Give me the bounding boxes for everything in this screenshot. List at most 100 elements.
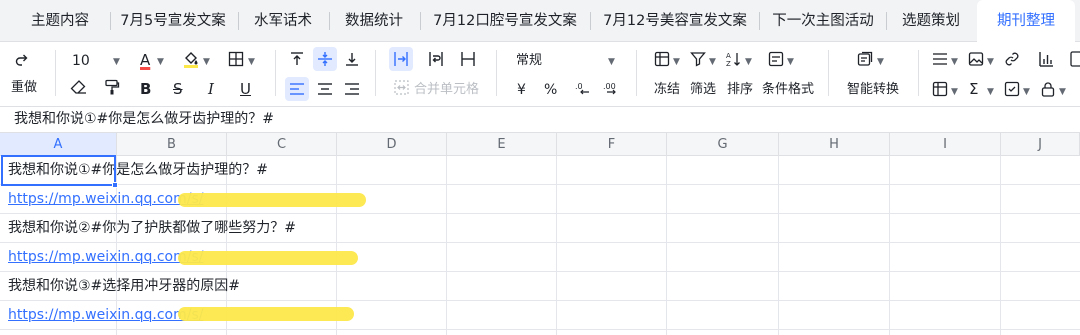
cell-a5[interactable]: 我想和你说③#选择用冲牙器的原因# [8,272,240,300]
tab-divider [886,12,887,30]
tab-主题内容[interactable]: 主题内容 [14,0,106,42]
more-icon[interactable] [1070,51,1080,67]
chevron-down-icon[interactable]: ▼ [673,52,680,72]
tab-7月5号宣发文案[interactable]: 7月5号宣发文案 [112,0,234,42]
align-bottom-icon[interactable] [344,51,360,67]
redo-icon[interactable] [14,52,30,68]
smart-convert-button[interactable]: 智能转换 [847,80,899,100]
data-validation-icon[interactable] [1004,81,1020,97]
cell-a3[interactable]: 我想和你说②#你为了护肤都做了哪些努力？# [8,214,296,242]
format-painter-icon[interactable] [104,79,120,95]
lock-icon[interactable] [1040,81,1056,97]
tab-下一次主图活动[interactable]: 下一次主图活动 [761,0,885,42]
table-row: 我想和你说③#选择用冲牙器的原因# [0,272,1080,301]
tab-7月12号美容宣发文案[interactable]: 7月12号美容宣发文案 [592,0,758,42]
column-header-e[interactable]: E [447,133,557,156]
cell-selection-box [1,155,116,186]
strikethrough-button[interactable]: S [173,79,183,99]
chevron-down-icon[interactable]: ▼ [157,52,164,72]
formula-bar[interactable]: 我想和你说①#你是怎么做牙齿护理的？# [0,106,1080,133]
tab-7月12口腔号宣发文案[interactable]: 7月12口腔号宣发文案 [422,0,588,42]
text-wrap-icon[interactable] [428,51,444,67]
bold-button[interactable]: B [140,79,151,99]
text-overflow-icon[interactable] [393,51,409,67]
font-color-button[interactable]: A [140,50,150,70]
column-header-f[interactable]: F [557,133,667,156]
sort-button[interactable]: 排序 [727,80,753,100]
svg-text:Z: Z [726,60,731,67]
decrease-decimal-icon[interactable]: .0 [575,80,591,96]
chevron-down-icon[interactable]: ▼ [787,52,794,72]
redo-button[interactable]: 重做 [11,78,37,98]
tab-divider [759,12,760,30]
cell-a6-link[interactable]: https://mp.weixin.qq.com/s/ [8,301,203,329]
chevron-down-icon[interactable]: ▼ [951,82,958,102]
column-header-i[interactable]: I [890,133,1001,156]
cell-a2-link[interactable]: https://mp.weixin.qq.com/s/ [8,185,203,213]
merge-cells-icon [394,80,409,95]
smart-convert-icon[interactable] [857,51,873,67]
column-header-d[interactable]: D [337,133,447,156]
underline-button[interactable]: U [240,79,251,99]
italic-button[interactable]: I [208,79,214,99]
conditional-format-icon[interactable] [768,51,784,67]
percent-format-button[interactable]: % [544,80,557,100]
align-middle-icon[interactable] [317,51,333,67]
insert-image-icon[interactable] [968,51,984,67]
filter-button[interactable]: 筛选 [690,80,716,100]
number-format-select[interactable]: 常规 [516,51,542,71]
redaction-highlight [178,251,358,265]
cell-a4-link[interactable]: https://mp.weixin.qq.com/s/ [8,243,203,271]
fill-handle[interactable] [112,182,118,188]
list-menu-icon[interactable] [932,51,948,67]
sum-function-button[interactable]: Σ [969,79,978,99]
column-header-c[interactable]: C [227,133,337,156]
chevron-down-icon[interactable]: ▼ [1059,82,1066,102]
chevron-down-icon[interactable]: ▼ [987,52,994,72]
align-right-icon[interactable] [344,81,360,97]
font-size-select[interactable]: 10 [72,51,90,71]
chart-icon[interactable] [1038,51,1054,67]
link-icon[interactable] [1004,51,1020,67]
column-header-a[interactable]: A [0,133,117,156]
chevron-down-icon[interactable]: ▼ [113,52,120,72]
chevron-down-icon[interactable]: ▼ [709,52,716,72]
border-icon[interactable] [228,51,244,67]
column-header-b[interactable]: B [117,133,227,156]
chevron-down-icon[interactable]: ▼ [951,52,958,72]
chevron-down-icon[interactable]: ▼ [248,52,255,72]
text-clip-icon[interactable] [460,51,476,67]
fill-color-icon[interactable] [182,50,200,68]
tab-期刊整理[interactable]: 期刊整理 [977,0,1075,43]
column-header-g[interactable]: G [667,133,779,156]
align-left-icon[interactable] [289,81,305,97]
table-row: 我想和你说②#你为了护肤都做了哪些努力？# [0,214,1080,243]
chevron-down-icon[interactable]: ▼ [987,82,994,102]
currency-format-button[interactable]: ¥ [517,80,526,100]
chevron-down-icon[interactable]: ▼ [1023,82,1030,102]
freeze-icon[interactable] [654,51,670,67]
chevron-down-icon[interactable]: ▼ [877,52,884,72]
conditional-format-button[interactable]: 条件格式 [762,80,814,100]
chevron-down-icon[interactable]: ▼ [745,52,752,72]
eraser-icon[interactable] [70,79,87,95]
filter-icon[interactable] [690,51,706,67]
chevron-down-icon[interactable]: ▼ [203,52,210,72]
freeze-button[interactable]: 冻结 [654,80,680,100]
chevron-down-icon[interactable]: ▼ [608,52,615,72]
tab-数据统计[interactable]: 数据统计 [331,0,417,42]
sort-icon[interactable]: AZ [726,51,742,67]
column-header-j[interactable]: J [1001,133,1080,156]
redaction-highlight [178,193,366,207]
align-center-icon[interactable] [317,81,333,97]
pivot-table-icon[interactable] [932,81,948,97]
increase-decimal-icon[interactable]: .00 [603,80,621,96]
tab-选题策划[interactable]: 选题策划 [888,0,974,42]
align-top-icon[interactable] [289,51,305,67]
tab-水军话术[interactable]: 水军话术 [240,0,326,42]
tab-divider [590,12,591,30]
column-header-h[interactable]: H [779,133,890,156]
svg-text:A: A [726,52,731,60]
tab-divider [329,12,330,30]
toolbar-divider [828,50,829,96]
